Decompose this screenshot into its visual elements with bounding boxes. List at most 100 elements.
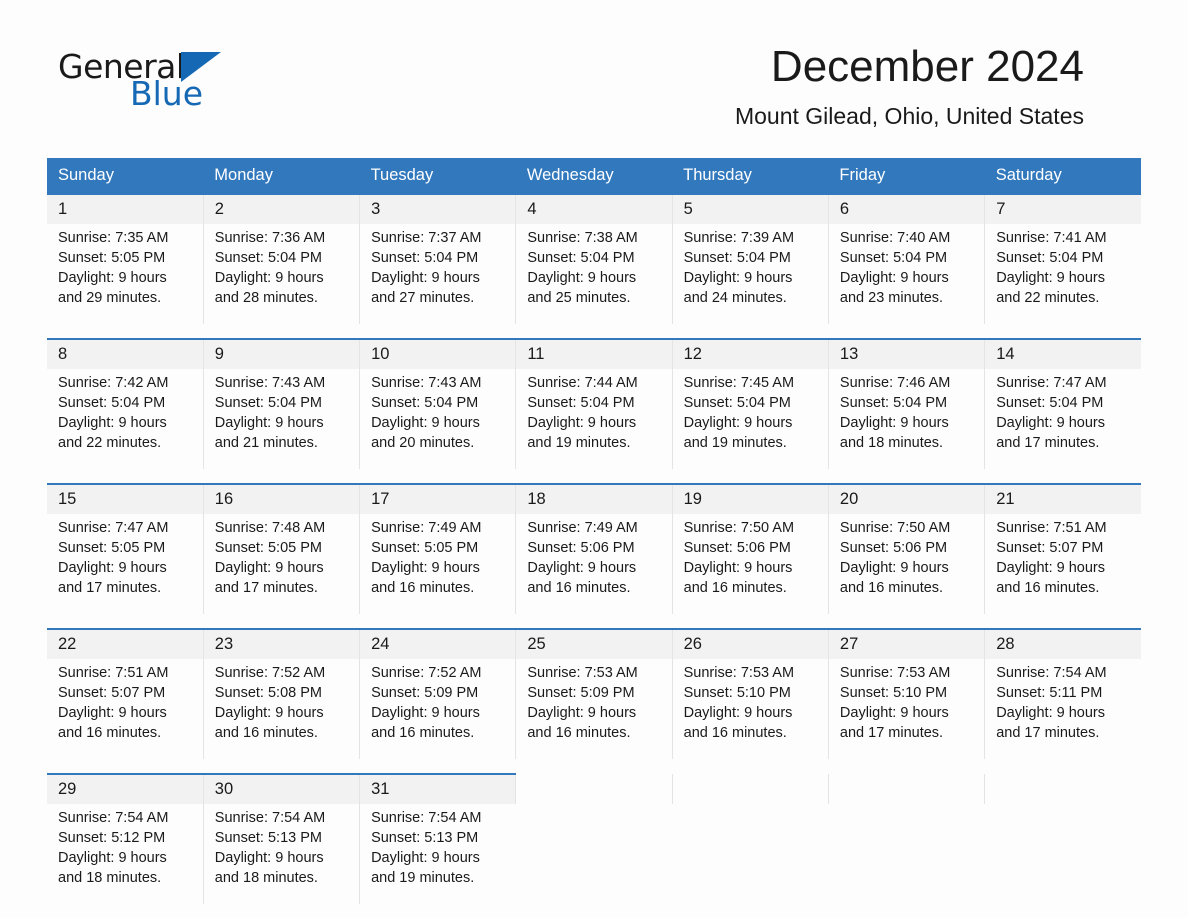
day-number[interactable]: 6 bbox=[827, 193, 985, 224]
day-cell: Sunrise: 7:53 AM Sunset: 5:09 PM Daylight:… bbox=[515, 659, 673, 759]
weekday-header-thursday: Thursday bbox=[672, 158, 829, 194]
sunrise-text: Sunrise: 7:45 AM bbox=[683, 375, 795, 391]
day-number[interactable]: 1 bbox=[47, 193, 204, 224]
sunrise-text: Sunrise: 7:52 AM bbox=[371, 665, 482, 681]
daylight-text: and 24 minutes. bbox=[683, 290, 787, 306]
day-number[interactable]: 29 bbox=[47, 773, 204, 804]
day-number[interactable]: 2 bbox=[202, 193, 360, 224]
day-number[interactable]: 31 bbox=[359, 773, 516, 804]
sunset-text: Sunset: 5:06 PM bbox=[839, 540, 948, 556]
daylight-text: and 17 minutes. bbox=[58, 580, 162, 596]
sunrise-text: Sunrise: 7:36 AM bbox=[214, 230, 326, 246]
day-cell: Sunrise: 7:53 AM Sunset: 5:10 PM Daylight:… bbox=[671, 659, 829, 759]
week-separator-cell bbox=[203, 324, 360, 339]
day-cell: Sunrise: 7:41 AM Sunset: 5:04 PM Daylight:… bbox=[984, 224, 1141, 324]
sunset-text: Sunset: 5:08 PM bbox=[214, 685, 322, 701]
page-header: General Blue December 2024 Mount Gilead,… bbox=[0, 0, 1188, 129]
day-number[interactable]: 7 bbox=[984, 193, 1141, 224]
daylight-text: and 16 minutes. bbox=[371, 580, 475, 596]
daylight-text: Daylight: 9 hours bbox=[371, 850, 480, 866]
week-separator-cell bbox=[984, 324, 1141, 339]
sunrise-text: Sunrise: 7:50 AM bbox=[839, 520, 951, 536]
day-number[interactable]: 20 bbox=[827, 483, 985, 514]
day-cell: Sunrise: 7:37 AM Sunset: 5:04 PM Daylight:… bbox=[359, 224, 516, 324]
daylight-text: and 19 minutes. bbox=[683, 435, 787, 451]
day-cell: Sunrise: 7:50 AM Sunset: 5:06 PM Daylight:… bbox=[827, 514, 985, 614]
daylight-text: Daylight: 9 hours bbox=[214, 705, 324, 721]
week-separator-cell bbox=[515, 614, 673, 629]
daylight-text: and 22 minutes. bbox=[996, 290, 1100, 306]
sunrise-text: Sunrise: 7:39 AM bbox=[683, 230, 795, 246]
calendar-page: General Blue December 2024 Mount Gilead,… bbox=[0, 0, 1188, 918]
day-number[interactable]: 27 bbox=[827, 628, 985, 659]
day-cell: Sunrise: 7:36 AM Sunset: 5:04 PM Daylight:… bbox=[202, 224, 360, 324]
week-separator-cell bbox=[672, 614, 829, 629]
day-number[interactable]: 3 bbox=[359, 193, 516, 224]
day-number[interactable]: 8 bbox=[47, 338, 204, 369]
day-cell: Sunrise: 7:43 AM Sunset: 5:04 PM Daylight:… bbox=[359, 369, 516, 469]
sunrise-text: Sunrise: 7:54 AM bbox=[371, 810, 482, 826]
sunrise-text: Sunrise: 7:47 AM bbox=[996, 375, 1107, 391]
empty-day-cell bbox=[828, 804, 985, 904]
day-number[interactable]: 21 bbox=[984, 483, 1141, 514]
day-cell: Sunrise: 7:51 AM Sunset: 5:07 PM Daylight:… bbox=[47, 659, 204, 759]
sunset-text: Sunset: 5:04 PM bbox=[996, 250, 1104, 266]
sunset-text: Sunset: 5:04 PM bbox=[371, 250, 479, 266]
sunrise-text: Sunrise: 7:53 AM bbox=[683, 665, 795, 681]
daylight-text: Daylight: 9 hours bbox=[371, 705, 480, 721]
daylight-text: Daylight: 9 hours bbox=[527, 270, 637, 286]
week-separator bbox=[47, 469, 1141, 484]
daylight-text: Daylight: 9 hours bbox=[214, 270, 324, 286]
week-separator-cell bbox=[672, 469, 829, 484]
day-number[interactable]: 5 bbox=[671, 193, 829, 224]
day-number[interactable]: 12 bbox=[671, 338, 829, 369]
day-number[interactable]: 16 bbox=[202, 483, 360, 514]
date-number-row: 22 23 24 25 26 27 28 bbox=[47, 628, 1141, 659]
day-number[interactable]: 26 bbox=[671, 628, 829, 659]
day-cell: Sunrise: 7:47 AM Sunset: 5:05 PM Daylight:… bbox=[47, 514, 204, 614]
sunset-text: Sunset: 5:04 PM bbox=[839, 250, 948, 266]
day-number[interactable]: 19 bbox=[671, 483, 829, 514]
day-number[interactable]: 18 bbox=[515, 483, 673, 514]
day-cell: Sunrise: 7:50 AM Sunset: 5:06 PM Daylight:… bbox=[671, 514, 829, 614]
week-separator-cell bbox=[828, 759, 985, 774]
day-number[interactable]: 11 bbox=[515, 338, 673, 369]
day-number[interactable]: 23 bbox=[202, 628, 360, 659]
day-number[interactable]: 9 bbox=[202, 338, 360, 369]
day-number[interactable]: 15 bbox=[47, 483, 204, 514]
day-number[interactable]: 4 bbox=[515, 193, 673, 224]
daylight-text: Daylight: 9 hours bbox=[839, 560, 949, 576]
day-number[interactable]: 30 bbox=[202, 773, 360, 804]
day-number[interactable]: 13 bbox=[827, 338, 985, 369]
daylight-text: Daylight: 9 hours bbox=[839, 415, 949, 431]
day-number[interactable]: 25 bbox=[515, 628, 673, 659]
daylight-text: and 17 minutes. bbox=[839, 725, 944, 741]
daylight-text: Daylight: 9 hours bbox=[996, 415, 1105, 431]
day-number[interactable]: 28 bbox=[984, 628, 1141, 659]
day-number[interactable]: 10 bbox=[359, 338, 516, 369]
week-separator bbox=[47, 614, 1141, 629]
daylight-text: Daylight: 9 hours bbox=[996, 270, 1105, 286]
sunset-text: Sunset: 5:13 PM bbox=[371, 830, 479, 846]
empty-day-cell bbox=[984, 774, 1141, 804]
day-cell: Sunrise: 7:42 AM Sunset: 5:04 PM Daylight:… bbox=[47, 369, 204, 469]
sunset-text: Sunset: 5:07 PM bbox=[58, 685, 166, 701]
weekday-header-sunday: Sunday bbox=[47, 158, 204, 194]
sunrise-text: Sunrise: 7:38 AM bbox=[527, 230, 638, 246]
calendar-body: 1 2 3 4 5 6 7 Sunrise: 7:35 AM Sunset: 5:05 PM Da… bbox=[47, 193, 1141, 904]
day-cell: Sunrise: 7:39 AM Sunset: 5:04 PM Daylight:… bbox=[671, 224, 829, 324]
daylight-text: Daylight: 9 hours bbox=[58, 270, 167, 286]
daylight-text: Daylight: 9 hours bbox=[683, 415, 793, 431]
day-number[interactable]: 14 bbox=[984, 338, 1141, 369]
sunrise-text: Sunrise: 7:46 AM bbox=[839, 375, 951, 391]
daylight-text: and 25 minutes. bbox=[527, 290, 631, 306]
day-number[interactable]: 22 bbox=[47, 628, 204, 659]
sunset-text: Sunset: 5:09 PM bbox=[527, 685, 635, 701]
sunset-text: Sunset: 5:11 PM bbox=[996, 685, 1103, 701]
day-cell: Sunrise: 7:44 AM Sunset: 5:04 PM Daylight:… bbox=[515, 369, 673, 469]
day-cell: Sunrise: 7:54 AM Sunset: 5:12 PM Daylight:… bbox=[47, 804, 204, 904]
date-number-row: 29 30 31 bbox=[47, 773, 1141, 804]
day-number[interactable]: 24 bbox=[359, 628, 516, 659]
day-number[interactable]: 17 bbox=[359, 483, 516, 514]
sunrise-text: Sunrise: 7:54 AM bbox=[996, 665, 1107, 681]
